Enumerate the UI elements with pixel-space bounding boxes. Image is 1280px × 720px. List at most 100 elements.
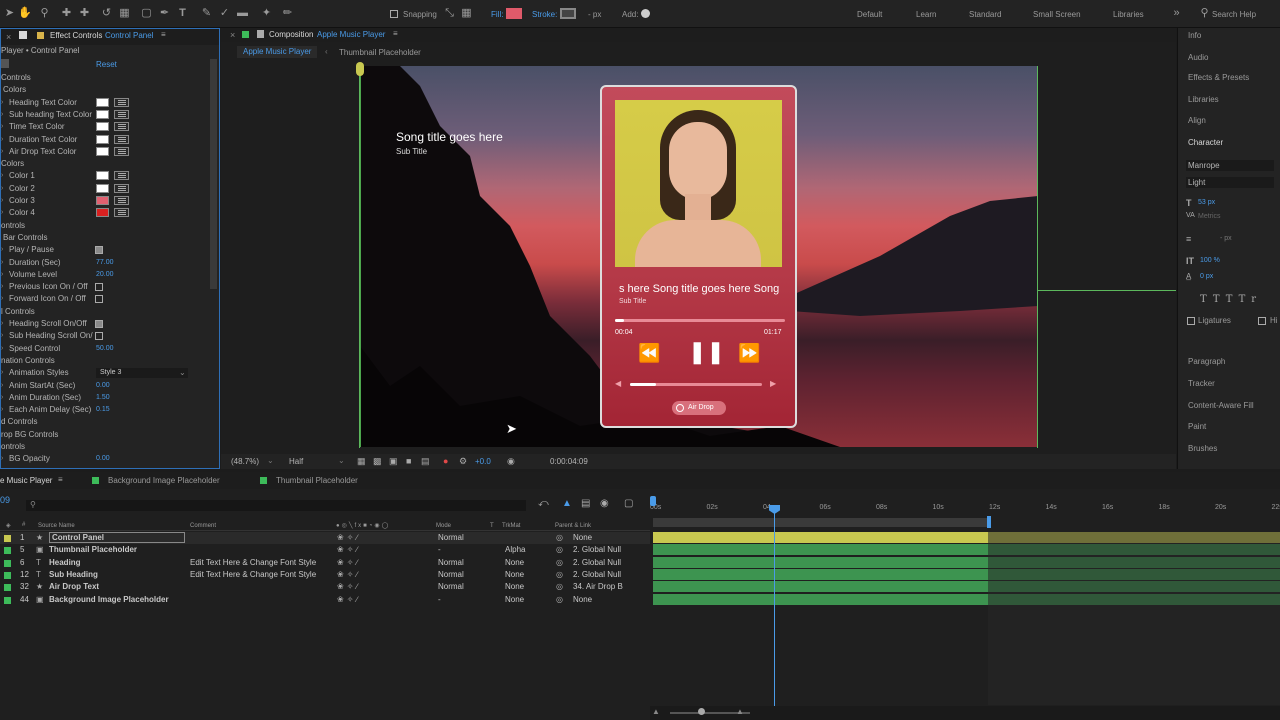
twirl-icon[interactable]: › (1, 281, 3, 293)
zoom-in-icon[interactable]: ▲ (736, 707, 744, 716)
effect-row[interactable]: › Play / Pause (1, 244, 209, 256)
paint-panel-tab[interactable]: Paint (1188, 422, 1206, 431)
effects-presets-panel-tab[interactable]: Effects & Presets (1188, 73, 1249, 82)
color-swatch[interactable] (96, 109, 109, 119)
twirl-icon[interactable]: › (1, 330, 3, 342)
view-layout-icon[interactable]: ▤ (421, 456, 430, 467)
twirl-icon[interactable]: › (1, 170, 3, 182)
eyedropper-icon[interactable] (114, 171, 129, 181)
effect-controls-layer[interactable]: Control Panel (105, 31, 153, 40)
twirl-icon[interactable]: › (1, 207, 3, 219)
effect-row[interactable]: › Air Drop Text Color (1, 146, 209, 158)
info-panel-tab[interactable]: Info (1188, 31, 1201, 40)
lock-icon[interactable] (19, 31, 27, 39)
twirl-icon[interactable]: › (1, 318, 3, 330)
effect-value[interactable]: 0.00 (96, 453, 110, 465)
more-workspaces-icon[interactable]: » (1170, 7, 1183, 20)
air-drop-button[interactable]: Air Drop (672, 401, 726, 415)
region-icon[interactable]: ▦ (357, 456, 366, 467)
zoom-slider-thumb[interactable] (698, 708, 705, 715)
fast-previews-icon[interactable]: ⚙ (459, 456, 467, 467)
anchor-tool-icon[interactable]: ▦ (118, 7, 131, 20)
zoom-out-icon[interactable]: ▲ (652, 707, 660, 716)
puppet-tool-icon[interactable]: ✏ (281, 7, 294, 20)
zoom-dropdown-icon[interactable]: ⌄ (267, 456, 274, 465)
effect-row[interactable]: › Anim Duration (Sec) 1.50 (1, 392, 209, 404)
effect-row[interactable]: Colors (1, 84, 209, 96)
color-swatch[interactable] (96, 183, 109, 193)
character-panel-tab[interactable]: Character (1188, 138, 1223, 147)
fast-forward-icon[interactable]: ⏩ (738, 343, 760, 364)
comp-menu-icon[interactable]: ≡ (393, 29, 398, 38)
effect-row[interactable]: Bar Controls (1, 232, 209, 244)
twirl-icon[interactable]: › (1, 380, 3, 392)
current-time-display[interactable]: 0:00:04:09 (550, 457, 588, 466)
font-style-select[interactable]: Light (1186, 177, 1274, 188)
close-icon[interactable]: × (6, 32, 11, 42)
twirl-icon[interactable]: › (1, 121, 3, 133)
selection-tool-icon[interactable]: ➤ (3, 7, 16, 20)
effect-row[interactable]: d Controls (1, 416, 209, 428)
effect-checkbox[interactable] (95, 283, 103, 292)
effect-value[interactable]: 0.15 (96, 404, 110, 416)
eyedropper-icon[interactable] (114, 146, 129, 156)
brush-tool-icon[interactable]: ✎ (200, 7, 213, 20)
brushes-panel-tab[interactable]: Brushes (1188, 444, 1217, 453)
effect-row[interactable]: l Controls (1, 306, 209, 318)
workspace-libraries[interactable]: Libraries (1113, 10, 1144, 19)
color-swatch[interactable] (96, 122, 109, 132)
eyedropper-icon[interactable] (114, 208, 129, 218)
eyedropper-icon[interactable] (114, 134, 129, 144)
align-panel-tab[interactable]: Align (1188, 116, 1206, 125)
stroke-swatch[interactable] (560, 8, 576, 19)
twirl-icon[interactable]: › (1, 146, 3, 158)
twirl-icon[interactable]: › (1, 195, 3, 207)
effect-row[interactable]: › Sub Heading Scroll On/ (1, 330, 209, 342)
twirl-icon[interactable]: › (1, 404, 3, 416)
effect-row[interactable]: › Animation Styles Style 3 ⌄ (1, 367, 209, 379)
effect-row[interactable]: ontrols (1, 441, 209, 453)
effect-row[interactable]: › Color 3 (1, 195, 209, 207)
effect-checkbox[interactable] (95, 295, 103, 304)
rectangle-tool-icon[interactable]: ▢ (140, 7, 153, 20)
orbit-tool-icon[interactable]: ✚ (60, 7, 73, 20)
twirl-icon[interactable]: › (1, 343, 3, 355)
composition-tab[interactable]: Composition (269, 30, 313, 39)
twirl-icon[interactable]: › (1, 453, 3, 465)
reset-link[interactable]: Reset (96, 60, 117, 69)
eyedropper-icon[interactable] (114, 196, 129, 205)
workspace-default[interactable]: Default (857, 10, 882, 19)
effect-value[interactable]: 0.00 (96, 380, 110, 392)
color-swatch[interactable] (96, 171, 109, 181)
effect-value[interactable]: 1.50 (96, 392, 110, 404)
chevron-down-icon[interactable]: ⌄ (179, 367, 186, 379)
effect-checkbox[interactable] (95, 332, 103, 341)
effect-checkbox[interactable] (95, 246, 103, 255)
transparency-grid-icon[interactable]: ▩ (373, 456, 382, 467)
color-swatch[interactable] (96, 97, 109, 107)
search-help-input[interactable]: Search Help (1212, 10, 1256, 19)
fx-badge[interactable] (1, 59, 9, 68)
anchor-point-icon[interactable] (356, 62, 364, 76)
hindi-digits-checkbox[interactable] (1258, 317, 1266, 325)
clone-tool-icon[interactable]: ✓ (218, 7, 231, 20)
hand-tool-icon[interactable]: ✋ (18, 7, 32, 20)
roto-tool-icon[interactable]: ✦ (260, 7, 273, 20)
resolution-select[interactable]: Half (289, 457, 303, 466)
effect-row[interactable]: ontrols (1, 220, 209, 232)
breadcrumb-thumbnail[interactable]: Thumbnail Placeholder (339, 48, 421, 57)
eyedropper-icon[interactable] (114, 97, 129, 107)
effect-value[interactable]: 20.00 (96, 269, 114, 281)
font-size-value[interactable]: 53 px (1198, 199, 1215, 206)
effect-row[interactable]: › Color 2 (1, 183, 209, 195)
pan-tool-icon[interactable]: ✚ (78, 7, 91, 20)
rewind-icon[interactable]: ⏪ (638, 343, 660, 364)
twirl-icon[interactable]: › (1, 257, 3, 269)
effect-row[interactable]: › Time Text Color (1, 121, 209, 133)
resolution-dropdown-icon[interactable]: ⌄ (338, 456, 345, 465)
effect-row[interactable]: › Color 1 (1, 170, 209, 182)
effect-row[interactable]: rop BG Controls (1, 429, 209, 441)
effect-row[interactable]: › Color 4 (1, 207, 209, 219)
color-swatch[interactable] (96, 146, 109, 156)
workspace-learn[interactable]: Learn (916, 10, 936, 19)
